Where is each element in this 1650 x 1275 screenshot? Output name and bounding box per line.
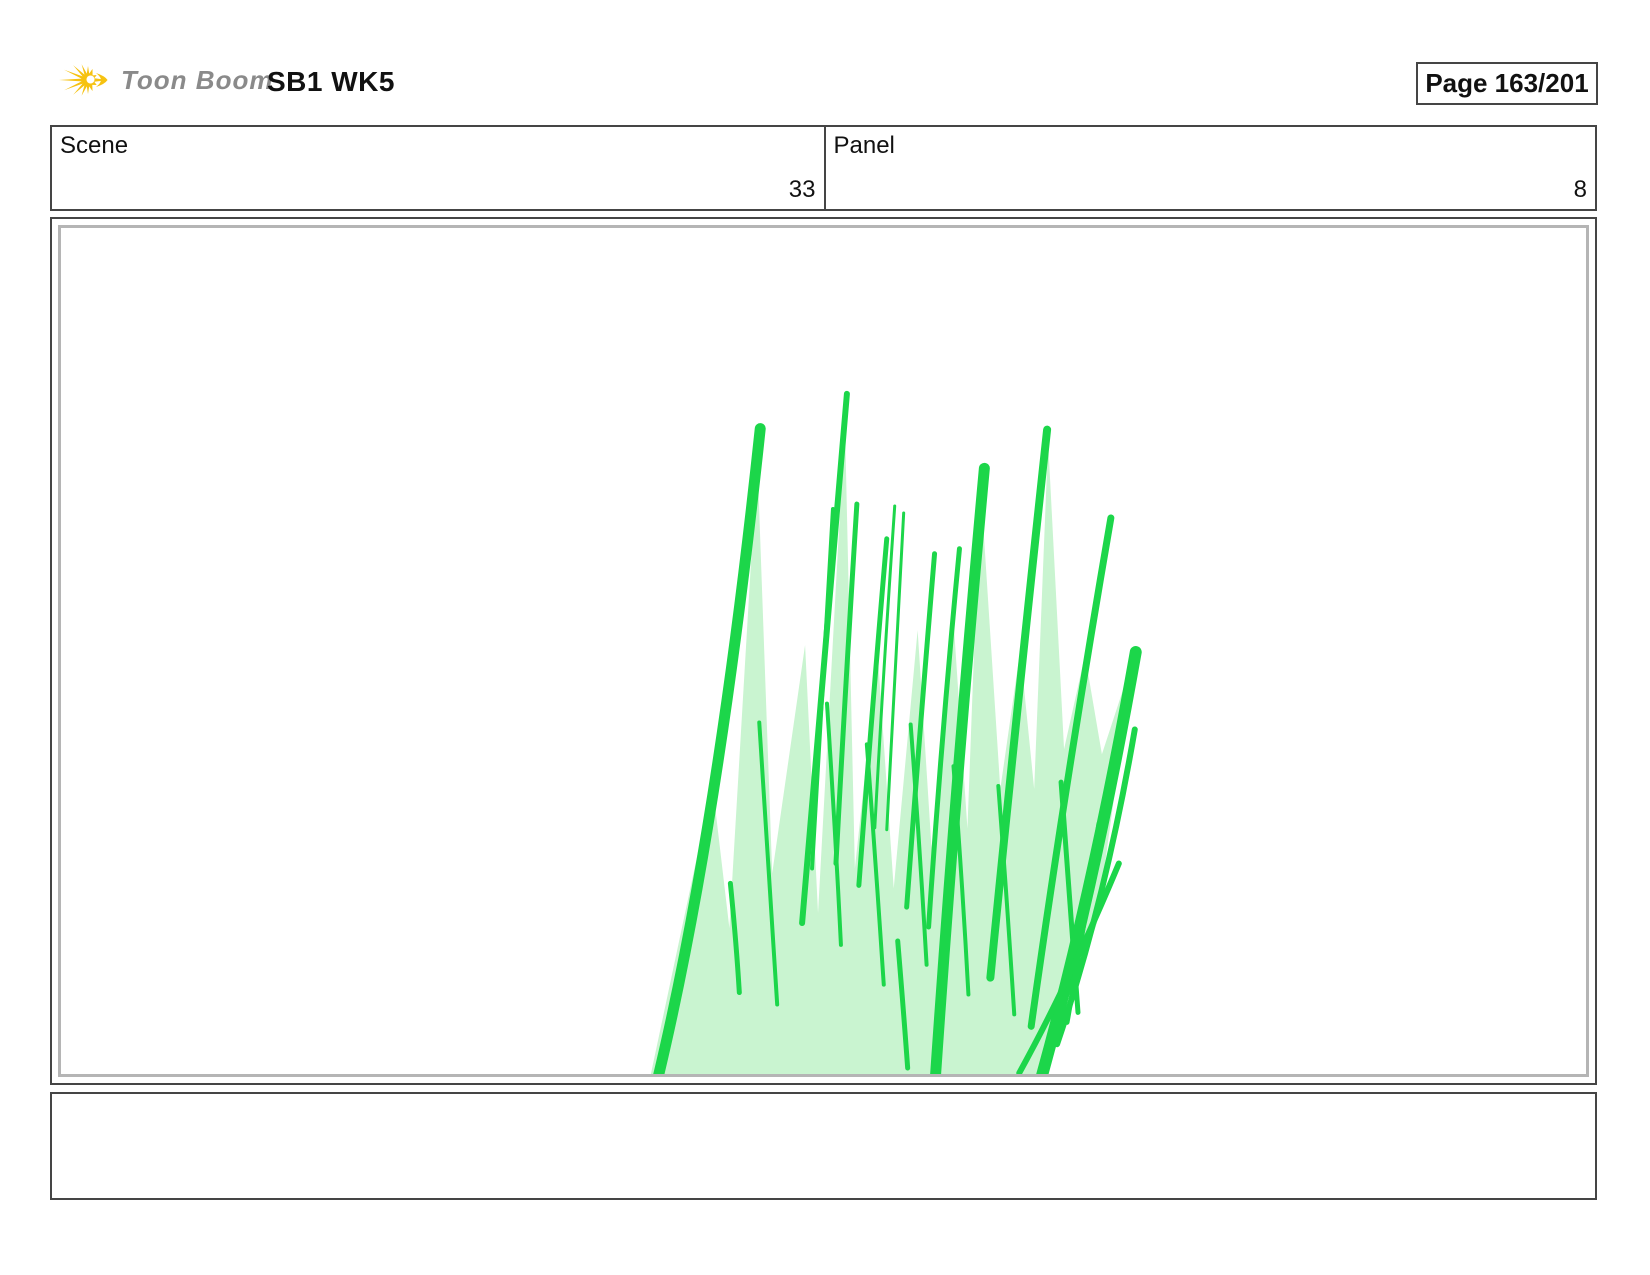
toonboom-logo-icon: [59, 64, 108, 96]
toonboom-logo-text: Toon Boom: [121, 64, 274, 95]
toonboom-brand: Toon Boom: [55, 56, 273, 104]
panel-canvas: [58, 225, 1589, 1077]
panel-frame: [50, 217, 1597, 1085]
caption-box: [50, 1092, 1597, 1200]
scene-panel-row: Scene 33 Panel 8: [50, 125, 1597, 211]
project-title: SB1 WK5: [267, 66, 395, 97]
panel-label: Panel: [833, 132, 895, 159]
page-number-box: Page 163/201: [1416, 62, 1598, 105]
scene-value: 33: [788, 176, 816, 203]
panel-value: 8: [1573, 176, 1587, 203]
scene-label: Scene: [60, 132, 129, 159]
scene-cell: Scene 33: [52, 127, 824, 209]
panel-cell: Panel 8: [823, 127, 1596, 209]
storyboard-page: Toon Boom SB1 WK5 Page 163/201 Scene 33 …: [0, 0, 1650, 1275]
grass-artwork: [650, 390, 1142, 1074]
